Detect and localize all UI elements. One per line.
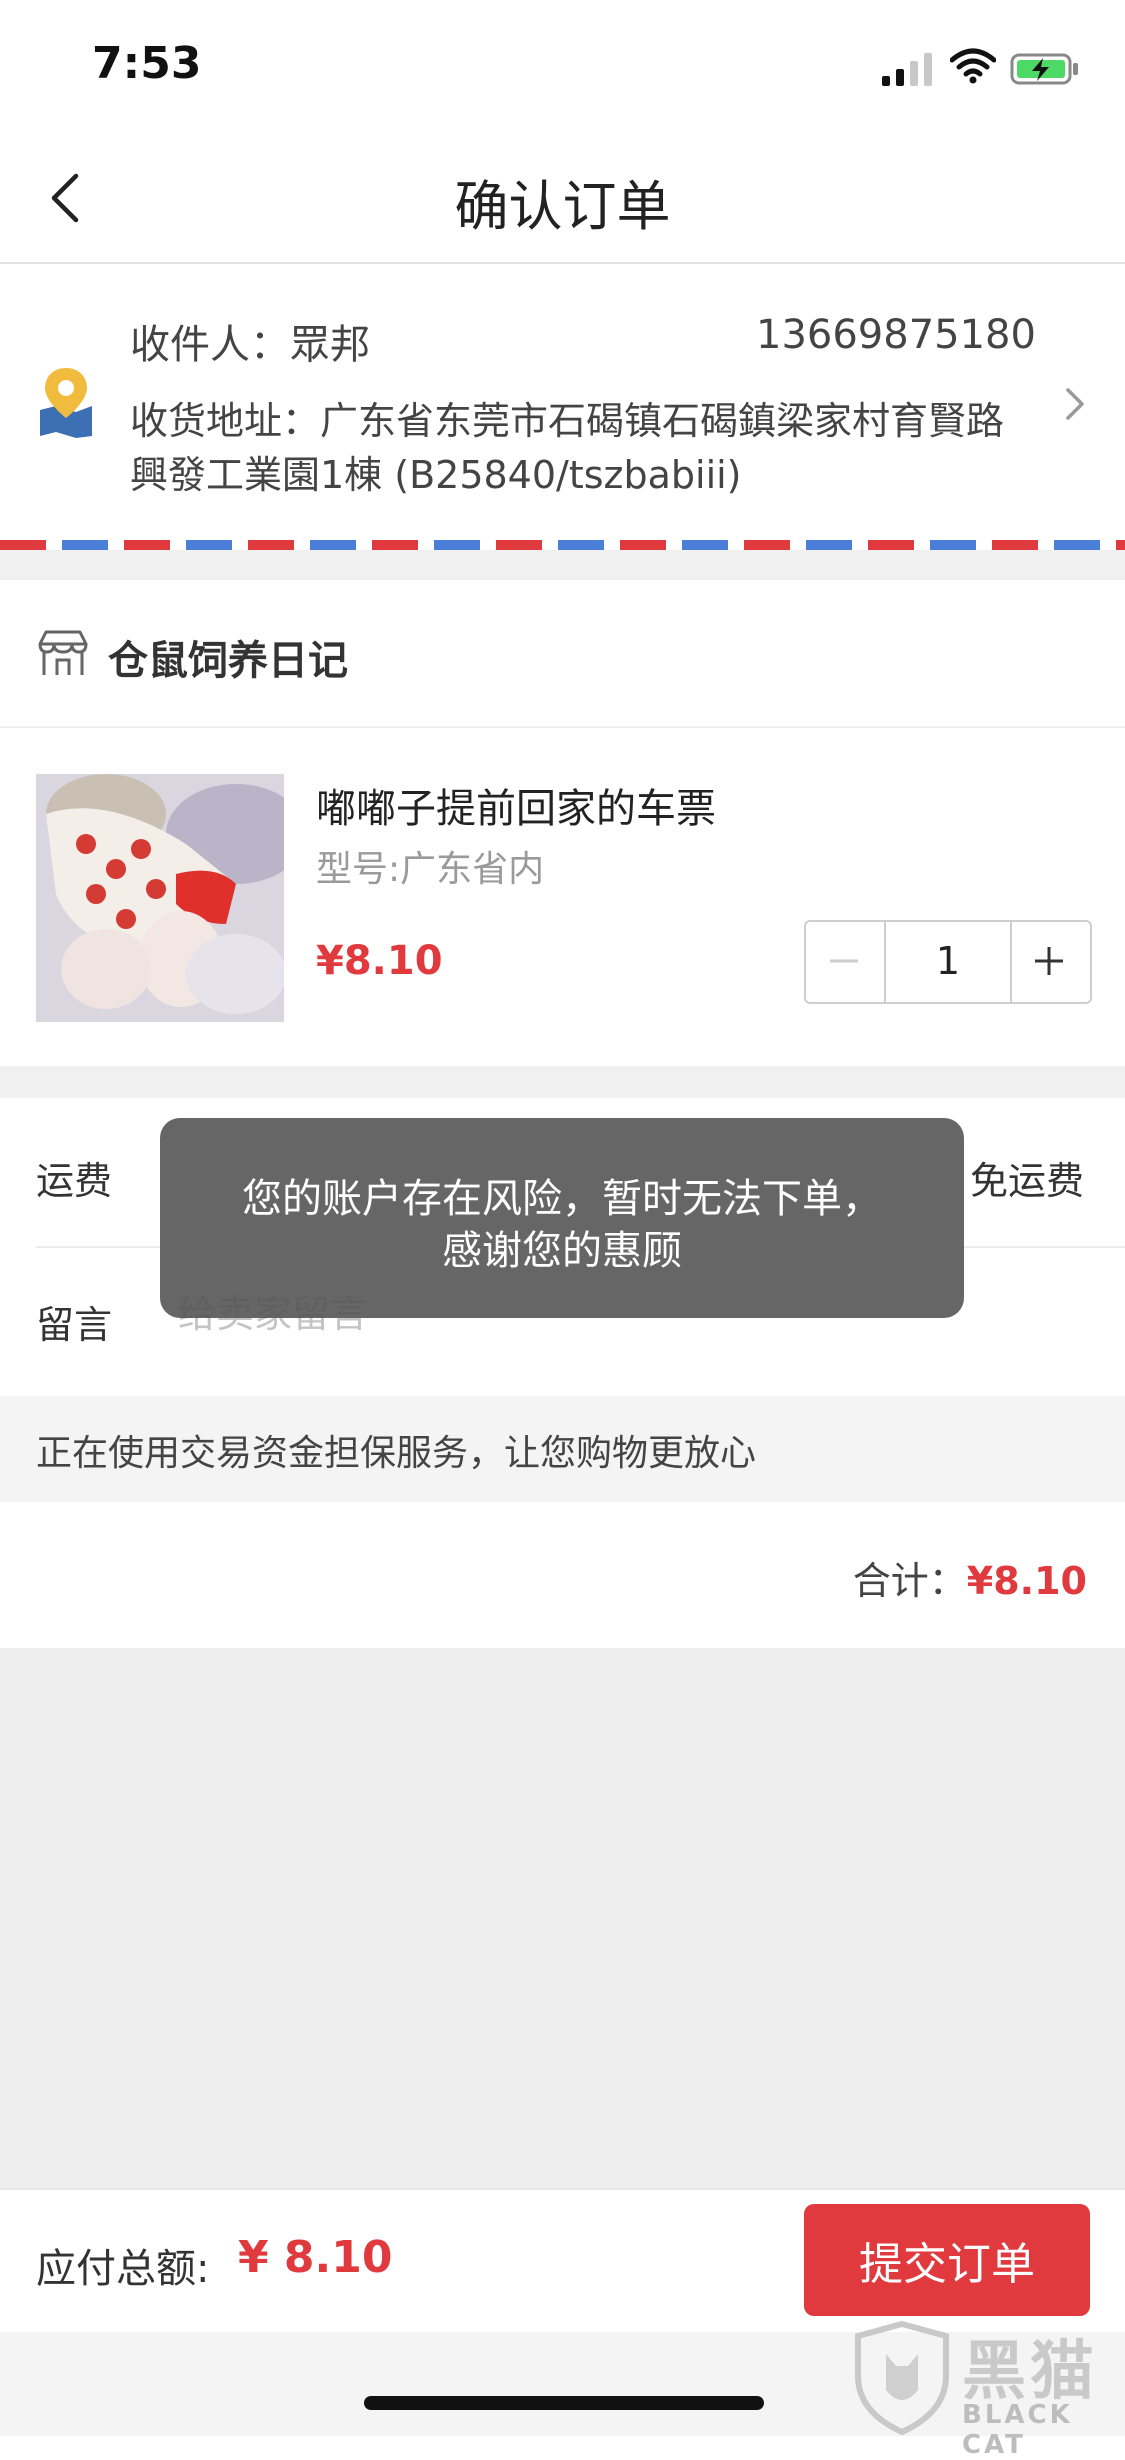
empty-area: [0, 1648, 1125, 2188]
watermark-subtitle: BLACK CAT: [962, 2400, 1073, 2460]
shipping-address: 收货地址：广东省东莞市石碣镇石碣鎮梁家村育賢路興發工業園1棟 (B25840/t…: [130, 399, 1005, 497]
shipping-label: 运费: [36, 1159, 113, 1203]
wifi-icon: [950, 48, 996, 84]
cat-logo-icon: [855, 2320, 949, 2436]
pay-total-amount: ¥ 8.10: [238, 2232, 393, 2283]
shipping-value: 免运费: [970, 1159, 1085, 1203]
home-area: [0, 2332, 1125, 2436]
toast-line-2: 感谢您的惠顾: [442, 1228, 682, 1274]
product-spec: 型号:广东省内: [316, 849, 545, 890]
guarantee-text: 正在使用交易资金担保服务，让您购物更放心: [36, 1433, 757, 1474]
recipient-name: 收件人：眾邦: [130, 322, 370, 368]
chevron-right-icon[interactable]: [1060, 384, 1090, 424]
message-label: 留言: [36, 1303, 113, 1347]
section-gap: [0, 1066, 1125, 1098]
pay-total-label: 应付总额:: [36, 2246, 210, 2292]
airmail-border: [0, 540, 1125, 550]
location-pin-icon: [40, 368, 92, 438]
order-total: 合计：¥8.10: [853, 1550, 1087, 1605]
shop-name: 仓鼠饲养日记: [108, 638, 348, 684]
plus-icon[interactable]: [1008, 920, 1090, 1002]
watermark-title: 黑猫: [962, 2335, 1098, 2409]
product-image[interactable]: [36, 774, 284, 1022]
product-price: ¥8.10: [316, 938, 443, 984]
quantity-value[interactable]: 1: [884, 920, 1012, 1002]
minus-icon[interactable]: [804, 920, 884, 1002]
battery-charging-icon: [1010, 53, 1078, 85]
total-amount: ¥8.10: [966, 1559, 1087, 1603]
toast-line-1: 您的账户存在风险，暂时无法下单，: [242, 1176, 882, 1222]
home-indicator[interactable]: [364, 2396, 764, 2410]
page-title: 确认订单: [454, 175, 671, 238]
status-time: 7:53: [92, 38, 202, 89]
shop-icon: [38, 630, 88, 675]
total-label: 合计：: [852, 1559, 967, 1603]
recipient-phone: 13669875180: [756, 312, 1036, 358]
signal-icon: [882, 53, 932, 86]
section-gap: [0, 550, 1125, 580]
product-title[interactable]: 嘟嘟子提前回家的车票: [316, 776, 716, 834]
submit-order-button[interactable]: 提交订单: [804, 2204, 1090, 2316]
